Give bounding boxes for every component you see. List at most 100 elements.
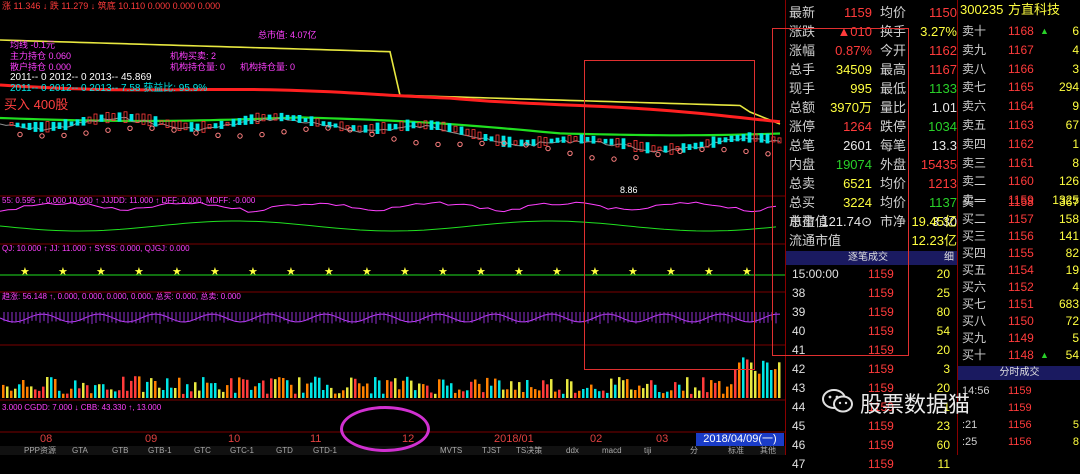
indicator-tab[interactable]: GTC <box>194 446 211 455</box>
volume-bar <box>670 390 673 398</box>
volume-bar <box>270 378 273 398</box>
signal-circle <box>567 150 573 157</box>
indicator-tab[interactable]: GTA <box>72 446 88 455</box>
indicator-tab[interactable]: TJST <box>482 446 501 455</box>
indicator-text-3: 散户持仓 0.000 <box>10 62 72 72</box>
tick-trades-detail-tab[interactable]: 细 <box>944 251 954 265</box>
volume-bar <box>614 384 617 398</box>
volume-bar <box>362 386 365 398</box>
volume-bar <box>186 384 189 398</box>
ask-level: 卖四 <box>962 136 987 151</box>
candle <box>69 121 74 126</box>
ask-row: 卖八 1166 3 <box>958 60 1080 79</box>
indicator-tab[interactable]: ddx <box>566 446 579 455</box>
volume-bar <box>318 377 321 398</box>
volume-bar <box>518 382 521 398</box>
indicator-tab[interactable]: 分 <box>690 446 698 455</box>
volume-bar <box>550 379 553 398</box>
bid-arrow: ▲ <box>1040 350 1049 360</box>
volume-bar <box>158 387 161 398</box>
indicator-tab[interactable]: GTD-1 <box>313 446 337 455</box>
candle <box>375 122 380 135</box>
ask-price: 1161 <box>1008 155 1034 170</box>
volume-bar <box>426 385 429 398</box>
year-row-1: 2011-- 0 2012-- 0 2013-- 45.869 <box>10 72 152 83</box>
candle <box>333 123 338 128</box>
candle <box>195 123 200 131</box>
volume-bar <box>342 390 345 398</box>
indicator-tab[interactable]: GTD <box>276 446 293 455</box>
candle <box>453 125 458 133</box>
watermark-text: 股票数据猫 <box>860 393 971 418</box>
indicator-tab[interactable]: GTB <box>112 446 128 455</box>
candle <box>237 118 242 125</box>
kline-chart-area[interactable]: ★ ★ ★ ★ ★ ★ ★ ★ ★ ★ ★ ★ ★ ★ ★ ★ ★ ★ ★ ★ 涨 11.346 ↓ 跌 11.279… <box>0 0 785 455</box>
indicator-tab[interactable]: GTC-1 <box>230 446 254 455</box>
volume-bar <box>694 387 697 398</box>
volume-bar <box>686 377 689 398</box>
candle <box>153 116 158 127</box>
ask-volume: 8 <box>1072 155 1079 170</box>
candle <box>429 120 434 130</box>
date-tick: 10 <box>228 433 241 445</box>
volume-bar <box>182 393 185 398</box>
candle <box>465 128 470 136</box>
header-indicator-line: 涨 11.346 ↓ 跌 11.279 ↓ 筑底 10.110 0.000 0.… <box>2 1 221 11</box>
candle <box>117 112 122 122</box>
trade-volume: 60 <box>936 438 950 452</box>
bid-price: 1148 <box>1008 348 1034 362</box>
time-share-trades-tab[interactable]: 分时成交 <box>958 366 1080 380</box>
date-tick: 2018/01 <box>494 433 534 445</box>
indicator-tab[interactable]: tiji <box>644 446 652 455</box>
sub-indicator-2: QJ: 10.000 ↑ JJ: 11.000 ↑ SYSS: 0.000, Q… <box>2 244 190 253</box>
ask-level: 卖九 <box>962 42 987 57</box>
signal-circle <box>17 131 23 138</box>
sub-indicator-1: 55: 0.595 ↑, 0.000 10.000 ↑ JJJDD: 11.00… <box>2 196 256 205</box>
signal-circle <box>545 145 551 152</box>
volume-bar <box>222 391 225 398</box>
volume-bar <box>18 384 21 398</box>
candle <box>369 124 374 133</box>
candle <box>21 123 26 129</box>
volume-bar <box>310 382 313 398</box>
indicator-tab[interactable]: macd <box>602 446 622 455</box>
ask-volume: 67 <box>1065 118 1079 132</box>
volume-bar <box>762 360 765 398</box>
volume-bar <box>358 383 361 398</box>
date-tick: 09 <box>145 433 158 445</box>
sub2-star: ★ <box>248 266 258 278</box>
indicator-tab[interactable]: MVTS <box>440 446 462 455</box>
indicator-tab[interactable]: 其他 <box>760 446 776 455</box>
volume-bar <box>142 391 145 398</box>
volume-bar <box>282 378 285 398</box>
volume-bar <box>274 379 277 398</box>
candle <box>507 136 512 148</box>
volume-bar <box>118 390 121 398</box>
candle <box>435 121 440 131</box>
volume-bar <box>566 379 569 398</box>
volume-bar <box>538 390 541 398</box>
volume-bar <box>698 390 701 398</box>
trade-volume: 8 <box>1072 436 1079 448</box>
signal-circle <box>479 140 485 147</box>
volume-bar <box>714 382 717 398</box>
candle <box>321 121 326 126</box>
volume-bar <box>702 377 705 398</box>
indicator-tab[interactable]: TS决策 <box>516 446 542 455</box>
volume-bar <box>122 376 125 398</box>
volume-bar <box>50 377 53 398</box>
indicator-tab[interactable]: PPP资源 <box>24 446 56 455</box>
indicator-tab[interactable]: GTB-1 <box>148 446 172 455</box>
volume-bar <box>546 384 549 398</box>
volume-bar <box>606 392 609 398</box>
signal-circle <box>259 131 265 138</box>
volume-bar <box>406 376 409 398</box>
candle <box>381 122 386 134</box>
volume-bar <box>234 392 237 398</box>
candle <box>309 116 314 126</box>
market-cap-value: 19.45亿 <box>911 214 957 229</box>
sub2-star: ★ <box>324 266 334 278</box>
indicator-tab[interactable]: 标准 <box>728 446 744 455</box>
ask-price: 1167 <box>1008 42 1034 57</box>
volume-bar <box>74 380 77 398</box>
